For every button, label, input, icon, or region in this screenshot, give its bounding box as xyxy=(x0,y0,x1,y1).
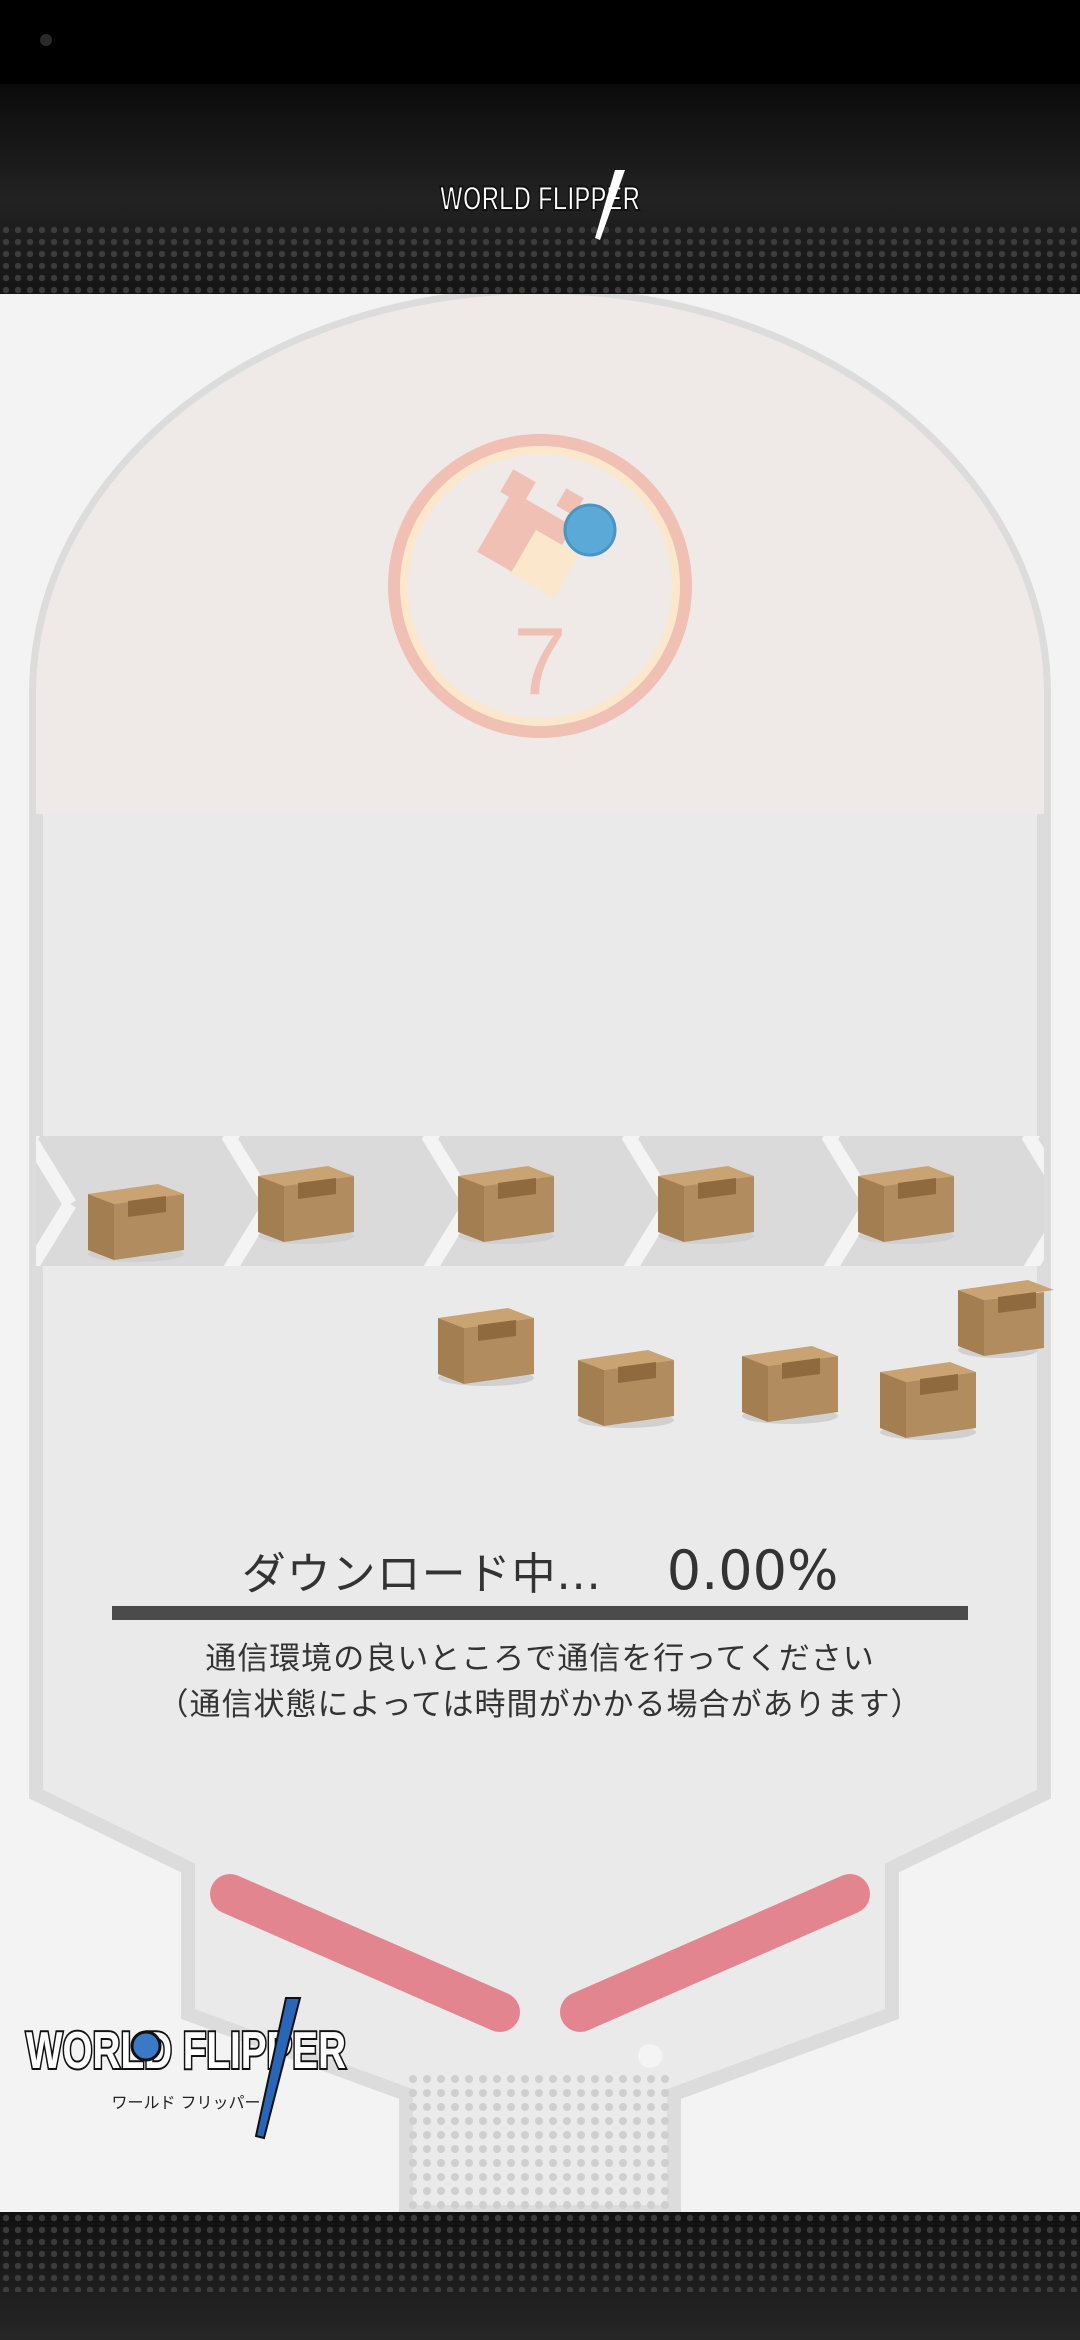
footer-logo-text: WORLD FLIPPER xyxy=(26,2022,346,2080)
download-status: ダウンロード中... 0.00% xyxy=(110,1538,970,1602)
download-progress-bar xyxy=(112,1606,968,1620)
eye-icon xyxy=(130,2030,162,2062)
notice-line-2: （通信状態によっては時間がかかる場合があります） xyxy=(157,1687,923,1723)
footer-logo-subtext: ワールド フリッパー xyxy=(111,2093,260,2112)
notice-line-1: 通信環境の良いところで通信を行ってください xyxy=(205,1641,875,1677)
download-label: ダウンロード中... xyxy=(241,1549,602,1600)
download-percent: 0.00% xyxy=(666,1539,839,1602)
network-notice: 通信環境の良いところで通信を行ってください （通信状態によっては時間がかかる場合… xyxy=(100,1636,980,1728)
footer-logo: WORLD FLIPPER ワールド フリッパー xyxy=(24,1997,348,2140)
